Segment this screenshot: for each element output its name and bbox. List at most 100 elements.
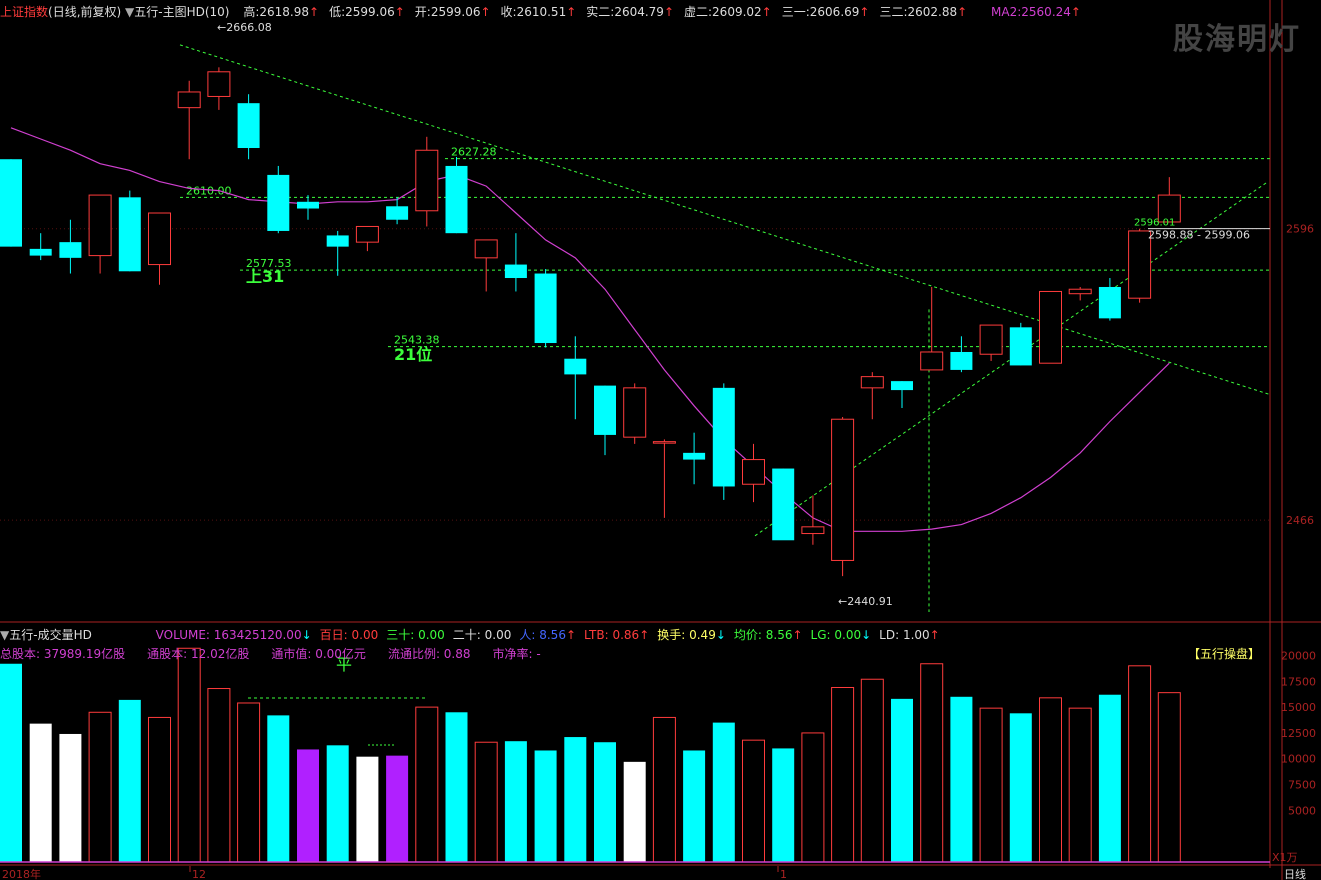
candle-body (623, 387, 647, 438)
candle-body (88, 194, 112, 257)
share-info-value: 0.88 (443, 647, 471, 661)
candle-body (920, 351, 944, 371)
candle-body (0, 159, 22, 247)
volume-bar (534, 750, 557, 862)
quote-item: 虚二:2609.02↑ (684, 5, 772, 19)
share-info-item: 流通比例: 0.88 (388, 647, 471, 661)
up-arrow-icon: ↑ (566, 5, 577, 19)
volume-tick-label: 7500 (1288, 779, 1316, 792)
volume-item-label: 三十: (386, 628, 419, 642)
volume-bar (207, 688, 231, 863)
quote-label: 实二: (586, 5, 615, 19)
date-label: 2018年 (2, 867, 41, 880)
volume-bar (950, 696, 973, 862)
watermark-logo: 股海明灯 (1173, 22, 1301, 57)
tag-up31: 上31 (246, 267, 284, 286)
candle-body (326, 235, 349, 247)
volume-item-label: 百日: (319, 628, 352, 642)
quote-value: 2618.98 (259, 5, 309, 19)
volume-item-value: 0.00 (418, 628, 445, 642)
volume-tick-label: 20000 (1281, 649, 1316, 662)
candle-body (237, 103, 260, 149)
share-info-label: 总股本: (0, 647, 44, 661)
ma2-up-arrow-icon: ↑ (1070, 5, 1081, 19)
candle-body (564, 358, 587, 375)
ma2-label: MA2: (991, 5, 1022, 19)
quote-item: 低:2599.06↑ (329, 5, 405, 19)
candle-body (148, 212, 171, 266)
share-info-label: 市净率: (492, 647, 537, 661)
share-info-value: 0.00亿元 (315, 647, 366, 661)
quote-value: 2602.88 (907, 5, 958, 19)
date-label: 12 (192, 868, 206, 880)
up-arrow-icon: ↑ (761, 5, 772, 19)
volume-item: 均价: 8.56↑ (734, 628, 803, 642)
quote-value: 2610.51 (516, 5, 567, 19)
date-label: 1 (780, 868, 787, 880)
quote-item: 开:2599.06↑ (415, 5, 491, 19)
period-label: 日线 (1284, 867, 1306, 880)
volume-item-arrow-icon: ↓ (715, 628, 726, 642)
indicator-dropdown-icon[interactable]: ▼ (125, 5, 134, 19)
volume-item-value: 0.49 (689, 628, 716, 642)
volume-item-arrow-icon: ↑ (792, 628, 803, 642)
volume-items: VOLUME: 163425120.00↓ 百日: 0.00 三十: 0.00 二十:… (96, 628, 940, 642)
up-arrow-icon: ↑ (394, 5, 405, 19)
volume-bar (831, 686, 855, 863)
volume-bar (1068, 707, 1092, 863)
volume-bar (504, 741, 527, 862)
candle-body (297, 201, 319, 209)
volume-bar (1039, 697, 1062, 863)
volume-item-arrow-icon: ↑ (565, 628, 577, 642)
volume-item: 百日: 0.00 (320, 628, 379, 642)
volume-bar (415, 706, 439, 863)
candle-body (445, 165, 468, 234)
share-info-item: 通股本: 12.02亿股 (147, 647, 249, 661)
quote-item: 收:2610.51↑ (501, 5, 577, 19)
stock-chart[interactable]: 2610.002627.282577.532543.382596.012598.… (0, 0, 1321, 880)
volume-item-label: LG: (810, 628, 835, 642)
last-range-label: 2598.88 - 2599.06 (1148, 229, 1250, 242)
volume-bar (652, 716, 676, 863)
volume-bar (1128, 665, 1152, 863)
volume-item: LD: 1.00↑ (879, 628, 940, 642)
share-info-item: 总股本: 37989.19亿股 (0, 647, 125, 661)
candle-body (207, 71, 231, 97)
candle-body (860, 376, 884, 389)
candle-body (594, 385, 616, 435)
chart-mode: (日线,前复权) (48, 5, 122, 19)
volume-bar (386, 755, 409, 862)
quote-value: 2599.06 (430, 5, 481, 19)
volume-item-value: 163425120.00 (213, 628, 302, 642)
volume-dropdown-icon[interactable]: ▼ (0, 628, 9, 642)
quote-item: 实二:2604.79↑ (586, 5, 674, 19)
quote-label: 开: (414, 5, 431, 19)
volume-bar (564, 737, 587, 862)
volume-item: 二十: 0.00 (453, 628, 512, 642)
volume-item-value: 8.56 (539, 628, 566, 642)
volume-item-value: 1.00 (902, 628, 930, 642)
indicator-name[interactable]: 五行-主图HD(10) (134, 5, 229, 19)
candle-body (474, 239, 498, 259)
volume-title[interactable]: 五行-成交量HD (9, 628, 92, 642)
quote-label: 虚二: (684, 5, 713, 19)
level-label: 2610.00 (186, 184, 232, 197)
quote-item: 高:2618.98↑ (243, 5, 319, 19)
volume-item-label: 均价: (733, 628, 766, 642)
share-info-value: 37989.19亿股 (43, 647, 126, 661)
volume-tick-label: 15000 (1281, 701, 1316, 714)
candle-body (504, 264, 527, 279)
chart-header: 上证指数(日线,前复权) ▼五行-主图HD(10) 高:2618.98↑ 低:25… (0, 3, 1081, 20)
candle-body (950, 351, 973, 370)
candle-body (118, 197, 141, 272)
share-info-label: 通股本: (147, 647, 191, 661)
volume-bar (979, 707, 1003, 863)
volume-item-arrow-icon: ↑ (639, 628, 650, 642)
volume-item: LTB: 0.86↑ (584, 628, 649, 642)
quote-label: 三一: (781, 5, 810, 19)
quote-value: 2599.06 (345, 5, 395, 19)
index-name[interactable]: 上证指数 (0, 5, 48, 19)
volume-bar (801, 732, 825, 863)
price-tick-label: 2466 (1286, 514, 1314, 527)
wuxing-badge[interactable]: 【五行操盘】 (1188, 645, 1260, 662)
